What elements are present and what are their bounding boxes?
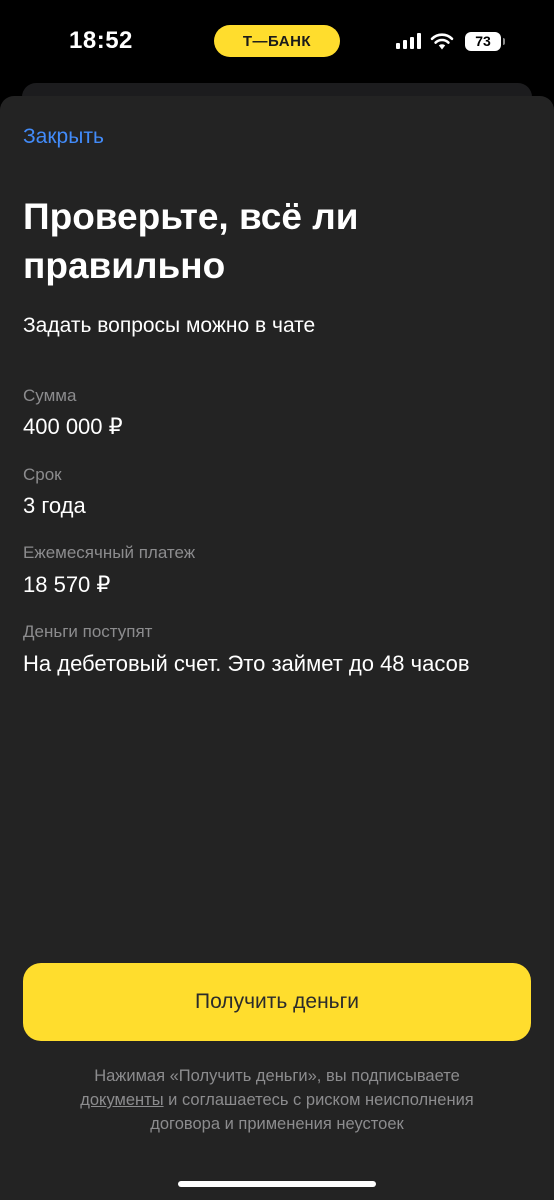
monthly-payment-label: Ежемесячный платеж <box>23 543 196 562</box>
wifi-icon <box>430 33 454 50</box>
funds-destination-value: На дебетовый счет. Это займет до 48 часо… <box>23 651 470 676</box>
disclaimer-line-1: Нажимая «Получить деньги», вы подписывае… <box>94 1067 460 1085</box>
disclaimer-line-3: договора и применения неустоек <box>150 1115 404 1133</box>
bank-logo-pill[interactable]: Т—БАНК <box>214 25 340 57</box>
signal-icon <box>396 33 421 49</box>
page-title: Проверьте, всё ли правильно <box>23 192 523 290</box>
home-indicator[interactable] <box>178 1181 376 1187</box>
status-icons: 73 <box>396 30 505 52</box>
documents-link[interactable]: документы <box>80 1091 163 1109</box>
close-button[interactable]: Закрыть <box>23 125 104 149</box>
get-money-button[interactable]: Получить деньги <box>23 963 531 1041</box>
status-time: 18:52 <box>69 27 133 54</box>
funds-destination-label: Деньги поступят <box>23 622 153 641</box>
disclaimer-text: Нажимая «Получить деньги», вы подписывае… <box>27 1064 527 1136</box>
page-subtitle: Задать вопросы можно в чате <box>23 314 316 337</box>
term-label: Срок <box>23 465 62 484</box>
disclaimer-line-2: и соглашаетесь с риском неисполнения <box>163 1091 474 1109</box>
confirmation-sheet: Закрыть Проверьте, всё ли правильно Зада… <box>0 96 554 1200</box>
page-title-line-1: Проверьте, всё ли <box>23 196 359 237</box>
page-title-line-2: правильно <box>23 245 226 286</box>
status-bar: 18:52 Т—БАНК 73 <box>0 0 554 84</box>
amount-label: Сумма <box>23 386 77 405</box>
screen: 18:52 Т—БАНК 73 Закрыть Проверьте, всё л… <box>0 0 554 1200</box>
term-value: 3 года <box>23 493 86 518</box>
monthly-payment-value: 18 570 ₽ <box>23 572 111 597</box>
amount-value: 400 000 ₽ <box>23 414 123 439</box>
battery-icon: 73 <box>465 31 505 51</box>
